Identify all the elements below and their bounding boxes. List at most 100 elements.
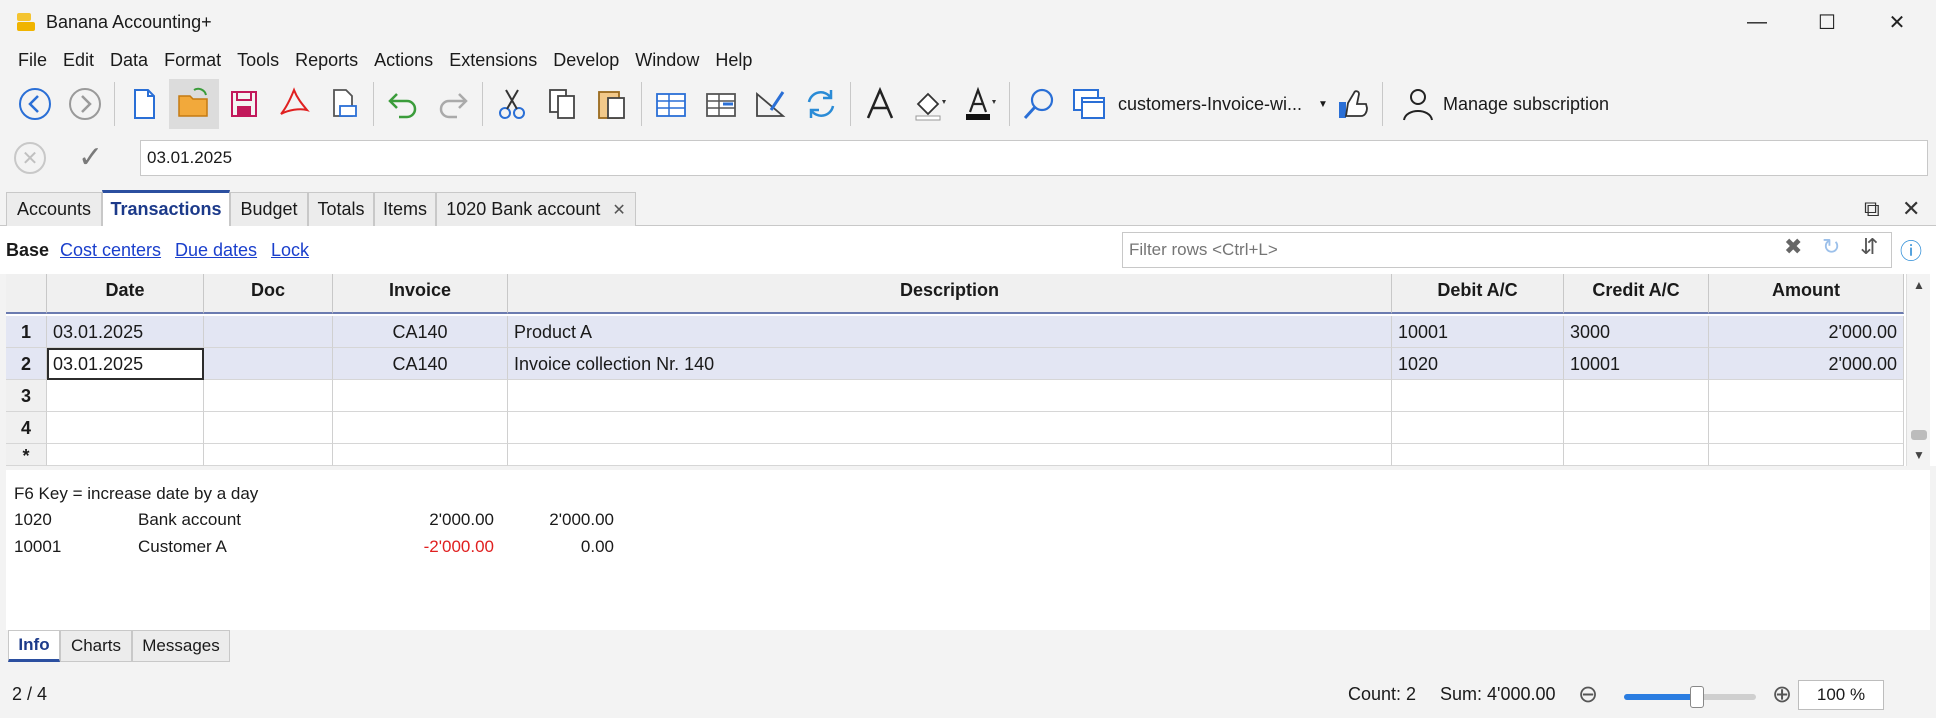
tab-items[interactable]: Items bbox=[374, 192, 436, 226]
redo-icon[interactable] bbox=[428, 79, 478, 129]
date-cell[interactable] bbox=[47, 444, 204, 466]
doc-cell[interactable] bbox=[204, 348, 333, 380]
debit-cell[interactable] bbox=[1392, 380, 1564, 412]
pdf-icon[interactable] bbox=[269, 79, 319, 129]
maximize-button[interactable]: ☐ bbox=[1792, 0, 1862, 44]
debit-cell[interactable]: 10001 bbox=[1392, 316, 1564, 348]
manage-subscription-button[interactable]: Manage subscription bbox=[1393, 79, 1609, 129]
tab-transactions[interactable]: Transactions bbox=[102, 190, 230, 226]
zoom-level[interactable]: 100 % bbox=[1798, 680, 1884, 710]
row-number[interactable]: 1 bbox=[6, 316, 47, 348]
row-number[interactable]: 2 bbox=[6, 348, 47, 380]
tab-totals[interactable]: Totals bbox=[308, 192, 374, 226]
vertical-scrollbar[interactable]: ▲ ▼ bbox=[1906, 274, 1930, 466]
amount-cell[interactable] bbox=[1709, 444, 1904, 466]
debit-cell[interactable]: 1020 bbox=[1392, 348, 1564, 380]
back-icon[interactable] bbox=[10, 79, 60, 129]
invoice-cell[interactable] bbox=[333, 412, 508, 444]
tab-messages[interactable]: Messages bbox=[132, 630, 230, 662]
save-icon[interactable] bbox=[219, 79, 269, 129]
menu-actions[interactable]: Actions bbox=[366, 50, 441, 71]
restore-window-icon[interactable]: ⧉ bbox=[1864, 196, 1880, 222]
row-number[interactable]: 3 bbox=[6, 380, 47, 412]
column-header[interactable]: Credit A/C bbox=[1564, 274, 1709, 314]
doc-cell[interactable] bbox=[204, 316, 333, 348]
close-document-icon[interactable]: ✕ bbox=[1902, 196, 1920, 222]
recheck-icon[interactable] bbox=[796, 79, 846, 129]
date-cell[interactable] bbox=[47, 412, 204, 444]
scroll-down-icon[interactable]: ▼ bbox=[1913, 448, 1925, 462]
view-base[interactable]: Base bbox=[6, 240, 49, 261]
clear-filter-icon[interactable]: ✖ bbox=[1784, 234, 1802, 260]
zoom-slider[interactable] bbox=[1624, 686, 1756, 708]
menu-reports[interactable]: Reports bbox=[287, 50, 366, 71]
credit-cell[interactable] bbox=[1564, 412, 1709, 444]
column-header[interactable]: Doc bbox=[204, 274, 333, 314]
column-header[interactable]: Invoice bbox=[333, 274, 508, 314]
column-header[interactable]: Amount bbox=[1709, 274, 1904, 314]
open-folder-icon[interactable] bbox=[169, 79, 219, 129]
close-button[interactable]: ✕ bbox=[1862, 0, 1932, 44]
menu-edit[interactable]: Edit bbox=[55, 50, 102, 71]
text-color-icon[interactable] bbox=[955, 79, 1005, 129]
help-icon[interactable]: ⓘ bbox=[1900, 234, 1922, 266]
like-icon[interactable] bbox=[1328, 79, 1378, 129]
invoice-cell[interactable] bbox=[333, 444, 508, 466]
file-selector[interactable]: customers-Invoice-wi... ▼ bbox=[1118, 94, 1328, 115]
tab-bank-account[interactable]: 1020 Bank account ✕ bbox=[436, 192, 636, 226]
delete-rows-icon[interactable] bbox=[696, 79, 746, 129]
doc-cell[interactable] bbox=[204, 380, 333, 412]
filter-rows-input[interactable] bbox=[1122, 232, 1892, 268]
insert-rows-icon[interactable] bbox=[646, 79, 696, 129]
menu-window[interactable]: Window bbox=[627, 50, 707, 71]
debit-cell[interactable] bbox=[1392, 412, 1564, 444]
copy-icon[interactable] bbox=[537, 79, 587, 129]
table-row[interactable]: 4 bbox=[6, 412, 1904, 444]
scroll-up-icon[interactable]: ▲ bbox=[1913, 278, 1925, 292]
print-preview-icon[interactable] bbox=[319, 79, 369, 129]
menu-help[interactable]: Help bbox=[707, 50, 760, 71]
refresh-filter-icon[interactable]: ↻ bbox=[1822, 234, 1840, 260]
zoom-in-icon[interactable]: ⊕ bbox=[1772, 680, 1792, 709]
search-icon[interactable] bbox=[1014, 79, 1064, 129]
menu-file[interactable]: File bbox=[10, 50, 55, 71]
table-row[interactable]: 3 bbox=[6, 380, 1904, 412]
view-cost-centers[interactable]: Cost centers bbox=[60, 240, 161, 261]
description-cell[interactable] bbox=[508, 444, 1392, 466]
amount-cell[interactable] bbox=[1709, 412, 1904, 444]
menu-tools[interactable]: Tools bbox=[229, 50, 287, 71]
doc-cell[interactable] bbox=[204, 444, 333, 466]
amount-cell[interactable] bbox=[1709, 380, 1904, 412]
date-cell[interactable]: 03.01.2025 bbox=[47, 348, 204, 380]
zoom-slider-thumb[interactable] bbox=[1689, 686, 1704, 708]
menu-data[interactable]: Data bbox=[102, 50, 156, 71]
column-header[interactable]: Debit A/C bbox=[1392, 274, 1564, 314]
confirm-edit-icon[interactable]: ✓ bbox=[78, 142, 118, 174]
scroll-thumb[interactable] bbox=[1911, 430, 1927, 440]
window-switch-icon[interactable] bbox=[1064, 79, 1114, 129]
doc-cell[interactable] bbox=[204, 412, 333, 444]
menu-develop[interactable]: Develop bbox=[545, 50, 627, 71]
menu-extensions[interactable]: Extensions bbox=[441, 50, 545, 71]
credit-cell[interactable]: 3000 bbox=[1564, 316, 1709, 348]
tab-budget[interactable]: Budget bbox=[230, 192, 308, 226]
column-header[interactable]: Description bbox=[508, 274, 1392, 314]
credit-cell[interactable] bbox=[1564, 380, 1709, 412]
menu-format[interactable]: Format bbox=[156, 50, 229, 71]
invoice-cell[interactable]: CA140 bbox=[333, 316, 508, 348]
amount-cell[interactable]: 2'000.00 bbox=[1709, 316, 1904, 348]
row-number[interactable]: 4 bbox=[6, 412, 47, 444]
row-number[interactable]: * bbox=[6, 444, 47, 466]
credit-cell[interactable]: 10001 bbox=[1564, 348, 1709, 380]
new-file-icon[interactable] bbox=[119, 79, 169, 129]
fill-color-icon[interactable] bbox=[905, 79, 955, 129]
description-cell[interactable] bbox=[508, 412, 1392, 444]
forward-icon[interactable] bbox=[60, 79, 110, 129]
date-cell[interactable] bbox=[47, 380, 204, 412]
view-due-dates[interactable]: Due dates bbox=[175, 240, 257, 261]
edit-columns-icon[interactable] bbox=[746, 79, 796, 129]
cell-edit-input[interactable]: 03.01.2025 bbox=[140, 140, 1928, 176]
table-row[interactable]: 2 03.01.2025 CA140 Invoice collection Nr… bbox=[6, 348, 1904, 380]
cancel-edit-icon[interactable]: ✕ bbox=[14, 142, 46, 174]
tab-info[interactable]: Info bbox=[8, 630, 60, 662]
